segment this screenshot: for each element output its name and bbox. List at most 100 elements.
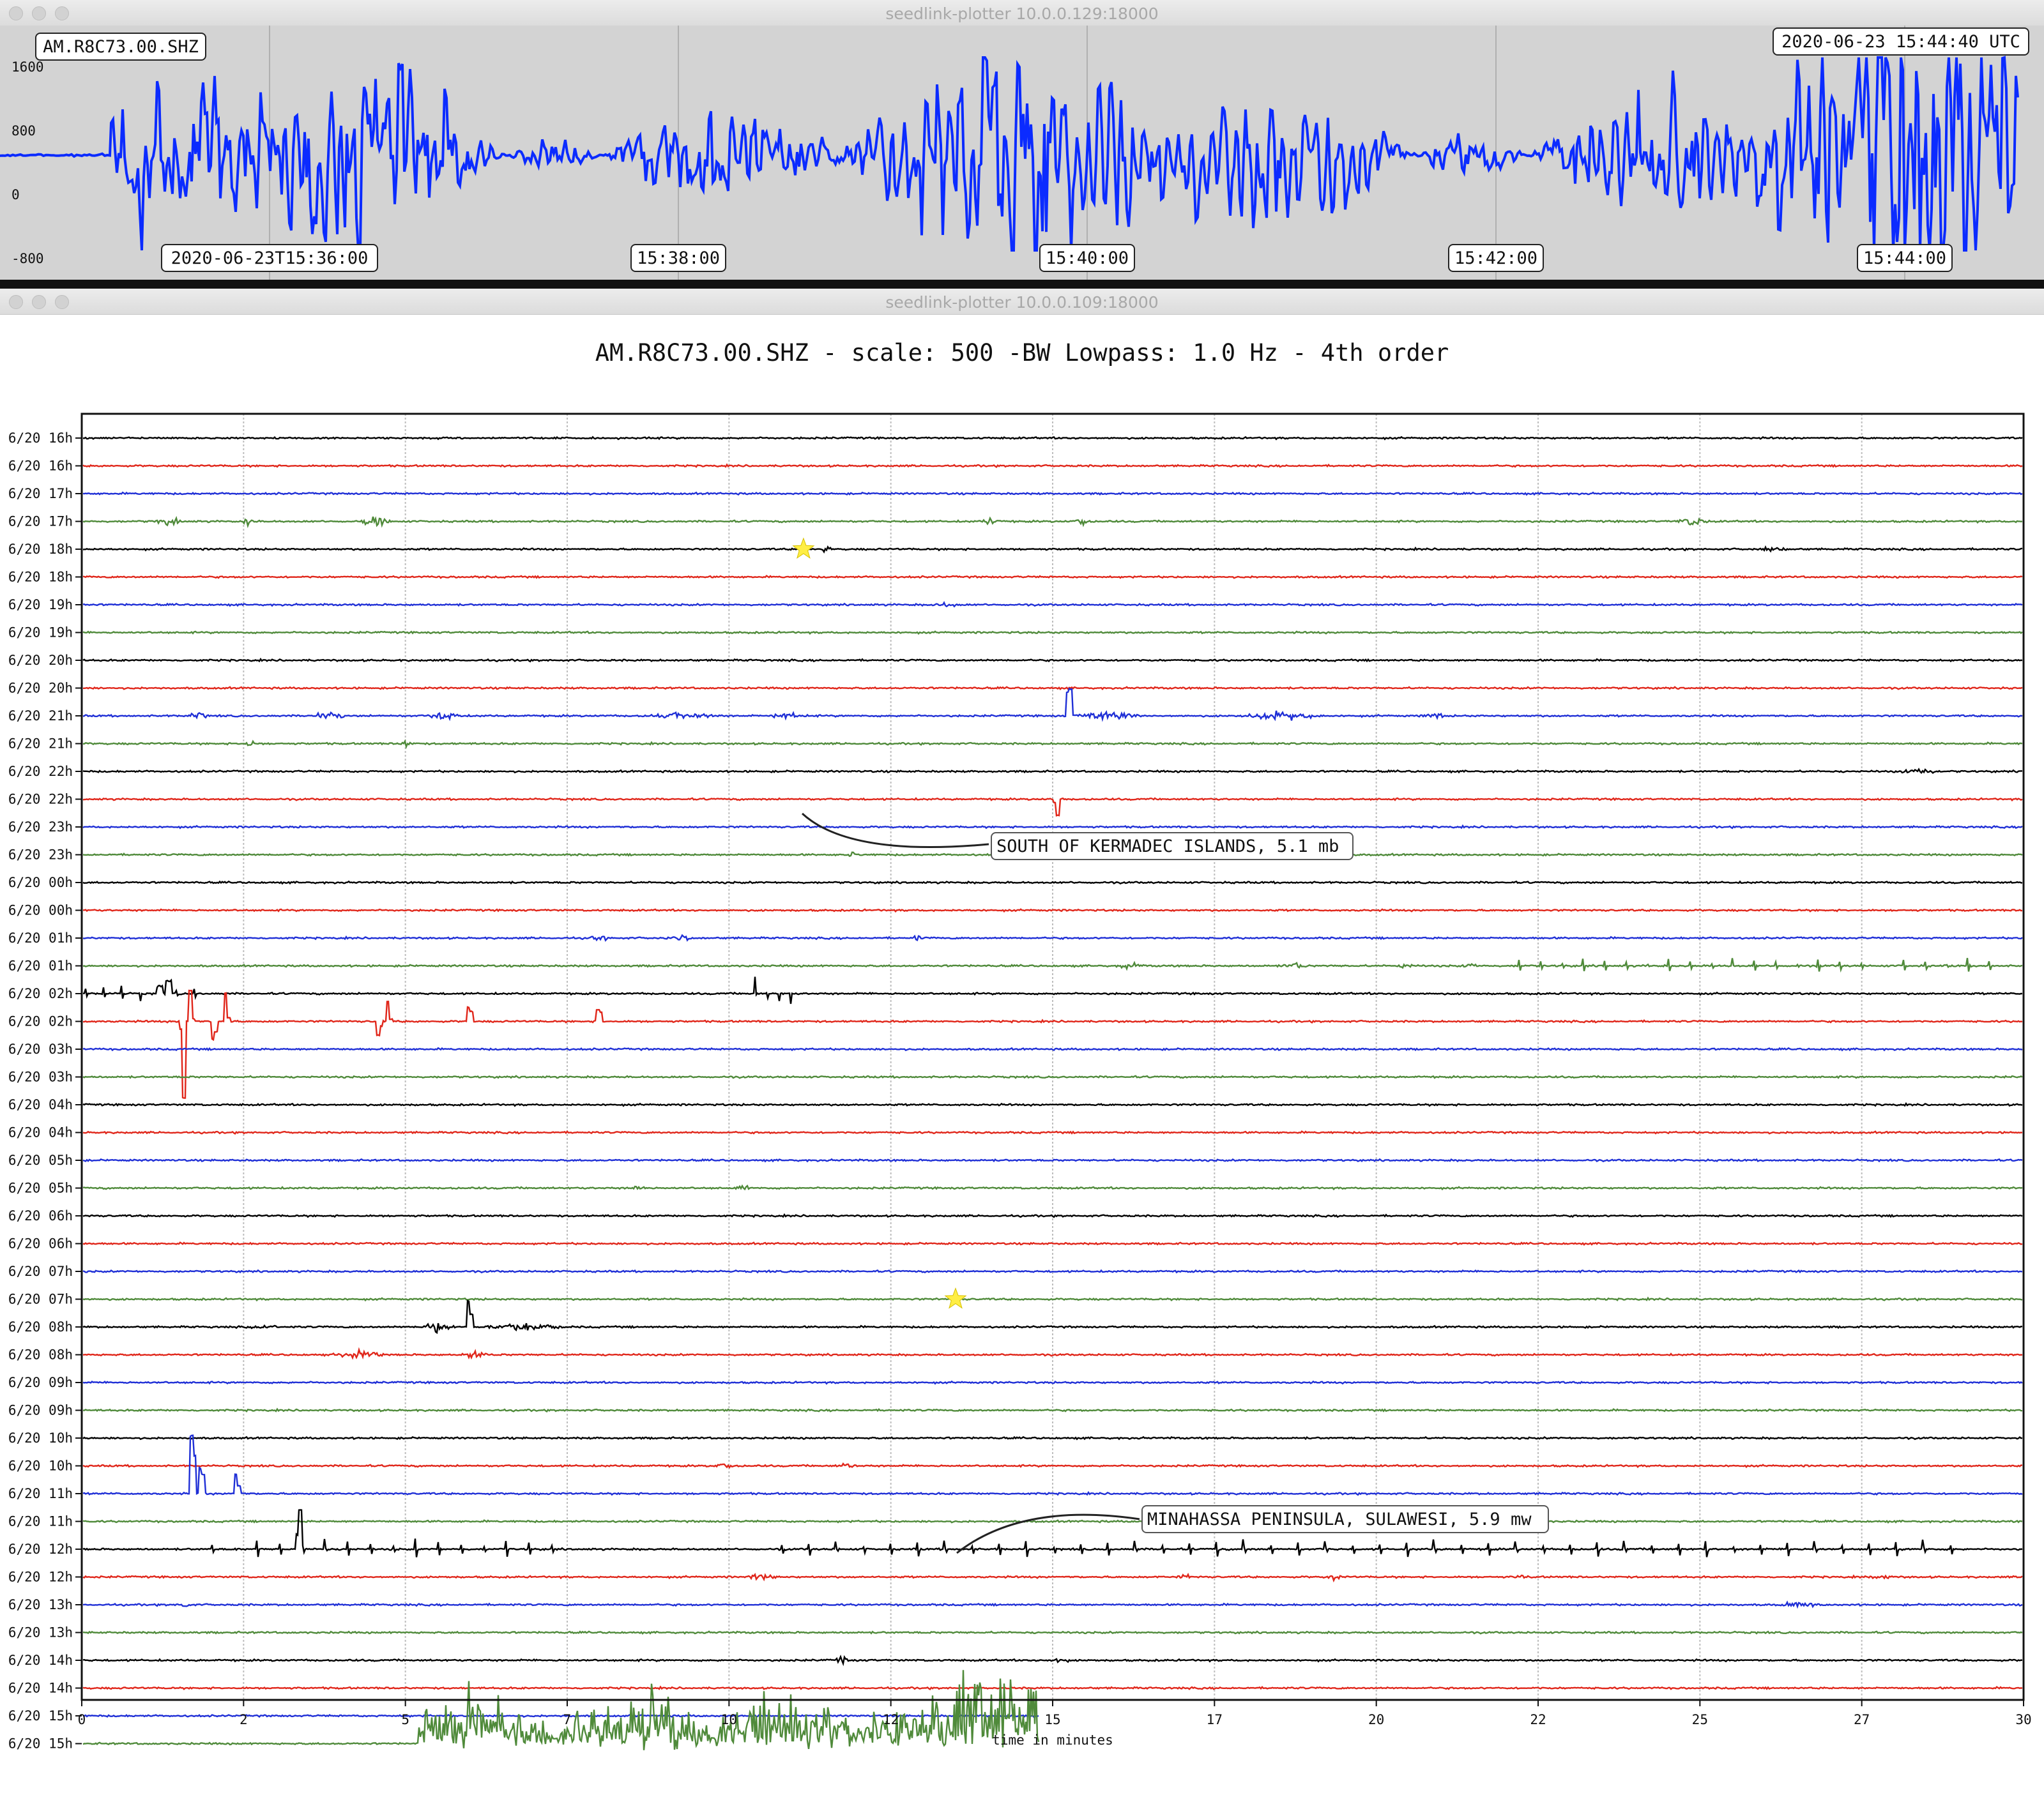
trace-row	[82, 687, 2023, 722]
row-label: 6/20 11h	[8, 1486, 73, 1501]
row-label: 6/20 06h	[8, 1208, 73, 1224]
row-label: 6/20 20h	[8, 681, 73, 696]
row-label: 6/20 23h	[8, 847, 73, 863]
trace-row	[82, 491, 2023, 496]
row-label: 6/20 18h	[8, 570, 73, 585]
trace-row	[82, 1519, 2023, 1524]
event-label: SOUTH OF KERMADEC ISLANDS, 5.1 mb	[996, 837, 1339, 856]
row-label: 6/20 22h	[8, 764, 73, 779]
row-label: 6/20 00h	[8, 875, 73, 890]
row-label: 6/20 22h	[8, 792, 73, 807]
helicorder-window-titlebar[interactable]: seedlink-plotter 10.0.0.109:18000	[0, 289, 2044, 315]
row-label: 6/20 05h	[8, 1181, 73, 1196]
trace-row	[82, 657, 2023, 663]
x-axis-label: time in minutes	[992, 1732, 1113, 1748]
trace-row	[82, 1380, 2023, 1385]
row-label: 6/20 03h	[8, 1042, 73, 1057]
trace-row	[83, 908, 2022, 913]
row-label: 6/20 03h	[8, 1070, 73, 1085]
row-label: 6/20 07h	[8, 1264, 73, 1279]
row-label: 6/20 13h	[8, 1625, 73, 1641]
row-label: 6/20 11h	[8, 1514, 73, 1529]
row-label: 6/20 14h	[8, 1681, 73, 1696]
current-time-box: 2020-06-23 15:44:40 UTC	[1773, 27, 2029, 56]
y-tick-label: 800	[11, 123, 36, 139]
time-tick-label: 15:42:00	[1454, 248, 1537, 268]
minute-gridlines	[243, 414, 1863, 1700]
row-label: 6/20 21h	[8, 736, 73, 752]
row-label: 6/20 16h	[8, 458, 73, 474]
trace-row	[82, 1130, 2023, 1135]
event-annotations: SOUTH OF KERMADEC ISLANDS, 5.1 mb MINAHA…	[792, 537, 1549, 1554]
x-tick-label: 10	[721, 1712, 737, 1727]
x-tick-label: 2	[240, 1712, 248, 1727]
trace-row	[82, 1241, 2023, 1246]
row-label: 6/20 19h	[8, 597, 73, 612]
trace-row	[82, 1184, 2023, 1191]
row-label: 6/20 15h	[8, 1708, 73, 1724]
row-label: 6/20 05h	[8, 1153, 73, 1168]
trace-row	[82, 463, 2023, 469]
event-star-icon	[792, 537, 815, 559]
row-label: 6/20 19h	[8, 625, 73, 640]
window-title: seedlink-plotter 10.0.0.109:18000	[885, 293, 1159, 312]
current-time-label: 2020-06-23 15:44:40 UTC	[1781, 32, 2020, 52]
y-tick-label: -800	[11, 251, 44, 266]
x-tick-label: 7	[563, 1712, 572, 1727]
row-label: 6/20 08h	[8, 1319, 73, 1335]
row-label: 6/20 16h	[8, 430, 73, 446]
row-label: 6/20 09h	[8, 1403, 73, 1418]
plot-title: AM.R8C73.00.SHZ - scale: 500 -BW Lowpass…	[595, 339, 1449, 367]
live-waveform-plot: 1600 800 0 -800 AM.R8C73.00.SHZ 2020-06-…	[0, 26, 2044, 280]
trace-row	[82, 1158, 2023, 1163]
trace-row	[82, 1269, 2023, 1274]
trace-row	[82, 1047, 2023, 1052]
top-plotter-window: seedlink-plotter 10.0.0.129:18000 1600 8…	[0, 0, 2044, 281]
time-tick-label: 2020-06-23T15:36:00	[171, 248, 369, 268]
station-label-box: AM.R8C73.00.SHZ	[35, 33, 206, 61]
trace-row	[82, 630, 2023, 635]
window-separator	[0, 280, 2044, 289]
row-label: 6/20 08h	[8, 1347, 73, 1363]
row-label: 6/20 02h	[8, 986, 73, 1001]
row-label: 6/20 12h	[8, 1542, 73, 1557]
time-tick-label: 15:38:00	[637, 248, 720, 268]
row-label: 6/20 06h	[8, 1236, 73, 1252]
row-label: 6/20 04h	[8, 1125, 73, 1140]
row-label: 6/20 00h	[8, 903, 73, 918]
event-connector	[801, 812, 989, 849]
row-labels: 6/20 16h 6/20 16h 6/20 17h 6/20 17h 6/20 18h…	[8, 430, 82, 1752]
row-label: 6/20 23h	[8, 819, 73, 835]
trace-row	[82, 1685, 2023, 1691]
x-tick-label: 27	[1854, 1712, 1870, 1727]
x-tick-label: 22	[1530, 1712, 1546, 1727]
row-label: 6/20 20h	[8, 653, 73, 668]
row-label: 6/20 10h	[8, 1459, 73, 1474]
x-tick-label: 20	[1368, 1712, 1384, 1727]
helicorder-window: seedlink-plotter 10.0.0.109:18000 AM.R8C…	[0, 289, 2044, 1811]
row-label: 6/20 13h	[8, 1597, 73, 1612]
y-tick-label: 1600	[11, 59, 44, 75]
row-label: 6/20 14h	[8, 1653, 73, 1668]
trace-row	[82, 1655, 2023, 1667]
time-tick-label: 15:40:00	[1046, 248, 1129, 268]
row-label: 6/20 07h	[8, 1292, 73, 1307]
row-label: 6/20 04h	[8, 1097, 73, 1112]
trace-row	[82, 739, 2023, 750]
row-label: 6/20 12h	[8, 1570, 73, 1585]
trace-row	[82, 880, 2023, 885]
row-label: 6/20 01h	[8, 959, 73, 974]
station-label: AM.R8C73.00.SHZ	[43, 37, 199, 57]
x-axis-ticks: 0 2 5 7 10 12 15 17 20 22 25 27 30	[78, 1700, 2032, 1727]
x-tick-label: 12	[883, 1712, 899, 1727]
row-label: 6/20 17h	[8, 514, 73, 529]
top-window-titlebar[interactable]: seedlink-plotter 10.0.0.129:18000	[0, 0, 2044, 26]
trace-row	[83, 436, 2023, 441]
row-label: 6/20 09h	[8, 1375, 73, 1390]
time-tick-label: 15:44:00	[1863, 248, 1946, 268]
event-label: MINAHASSA PENINSULA, SULAWESI, 5.9 mw	[1147, 1510, 1532, 1529]
row-label: 6/20 18h	[8, 542, 73, 557]
row-label: 6/20 10h	[8, 1430, 73, 1446]
trace-row	[82, 1670, 1040, 1750]
x-tick-label: 25	[1692, 1712, 1708, 1727]
